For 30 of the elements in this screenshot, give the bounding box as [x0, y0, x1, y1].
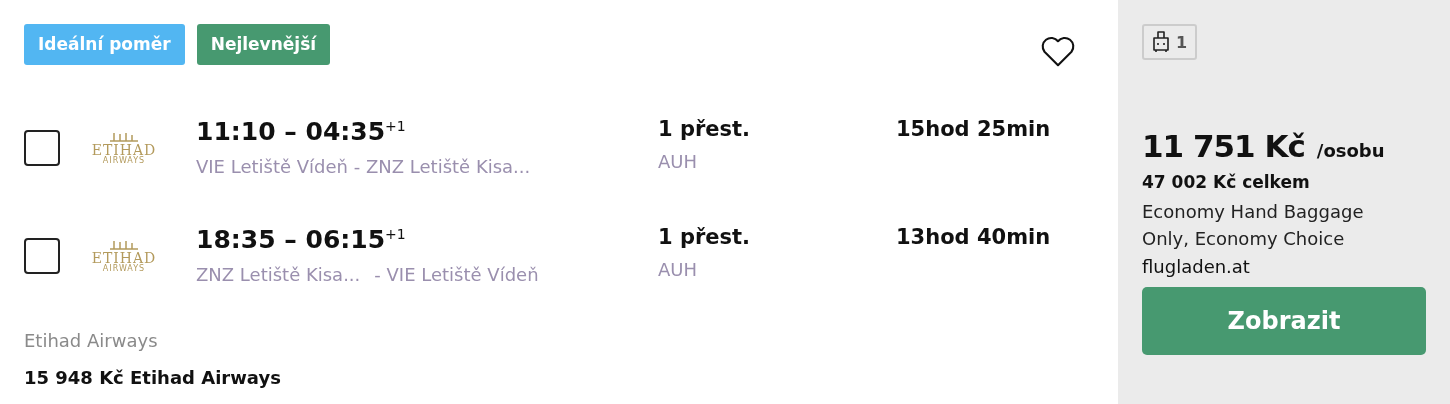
price-per-person: 11 751 Kč — [1142, 128, 1305, 164]
total-price: 47 002 Kč celkem — [1142, 172, 1311, 192]
tag-badge: Ideální poměr — [24, 24, 185, 65]
carrier-name: Etihad Airways — [24, 330, 159, 351]
fare-type: Economy Hand Baggage Only, Economy Choice — [1142, 200, 1365, 251]
stops-text: 1 přest. — [658, 225, 752, 249]
logo-text: ETIHAD — [91, 143, 157, 157]
price-unit: /osobu — [1316, 140, 1385, 161]
checkbox[interactable] — [24, 238, 60, 274]
luggage-icon — [1152, 30, 1170, 54]
route-text: - VIE Letiště Vídeň — [374, 264, 539, 285]
logo-subtext: AIRWAYS — [102, 157, 146, 165]
heart-icon[interactable] — [1040, 34, 1076, 68]
flight-times: 18:35 – 06:15$^{+1}$ — [196, 225, 407, 254]
duration-text: 13hod 40min — [896, 225, 1052, 249]
baggage-count: 1 — [1176, 32, 1188, 52]
duration-text: 15hod 25min — [896, 117, 1052, 141]
flight-times: 11:10 – 04:35$^{+1}$ — [196, 117, 407, 146]
via-airport: AUH — [658, 259, 699, 280]
checkbox[interactable] — [24, 130, 60, 166]
via-airport: AUH — [658, 151, 699, 172]
logo-subtext: AIRWAYS — [102, 265, 146, 273]
show-button[interactable]: Zobrazit — [1142, 287, 1426, 355]
alternative-price: 15 948 Kč Etihad Airways — [24, 367, 282, 388]
logo-text: ETIHAD — [91, 251, 157, 265]
stops-text: 1 přest. — [658, 117, 752, 141]
seller-name: flugladen.at — [1142, 256, 1251, 277]
route-text: ZNZ Letiště Kisa... — [196, 264, 361, 285]
route-text: VIE Letiště Vídeň - ZNZ Letiště Kisa... — [196, 156, 531, 177]
tag-badge: Nejlevnější — [196, 24, 331, 65]
